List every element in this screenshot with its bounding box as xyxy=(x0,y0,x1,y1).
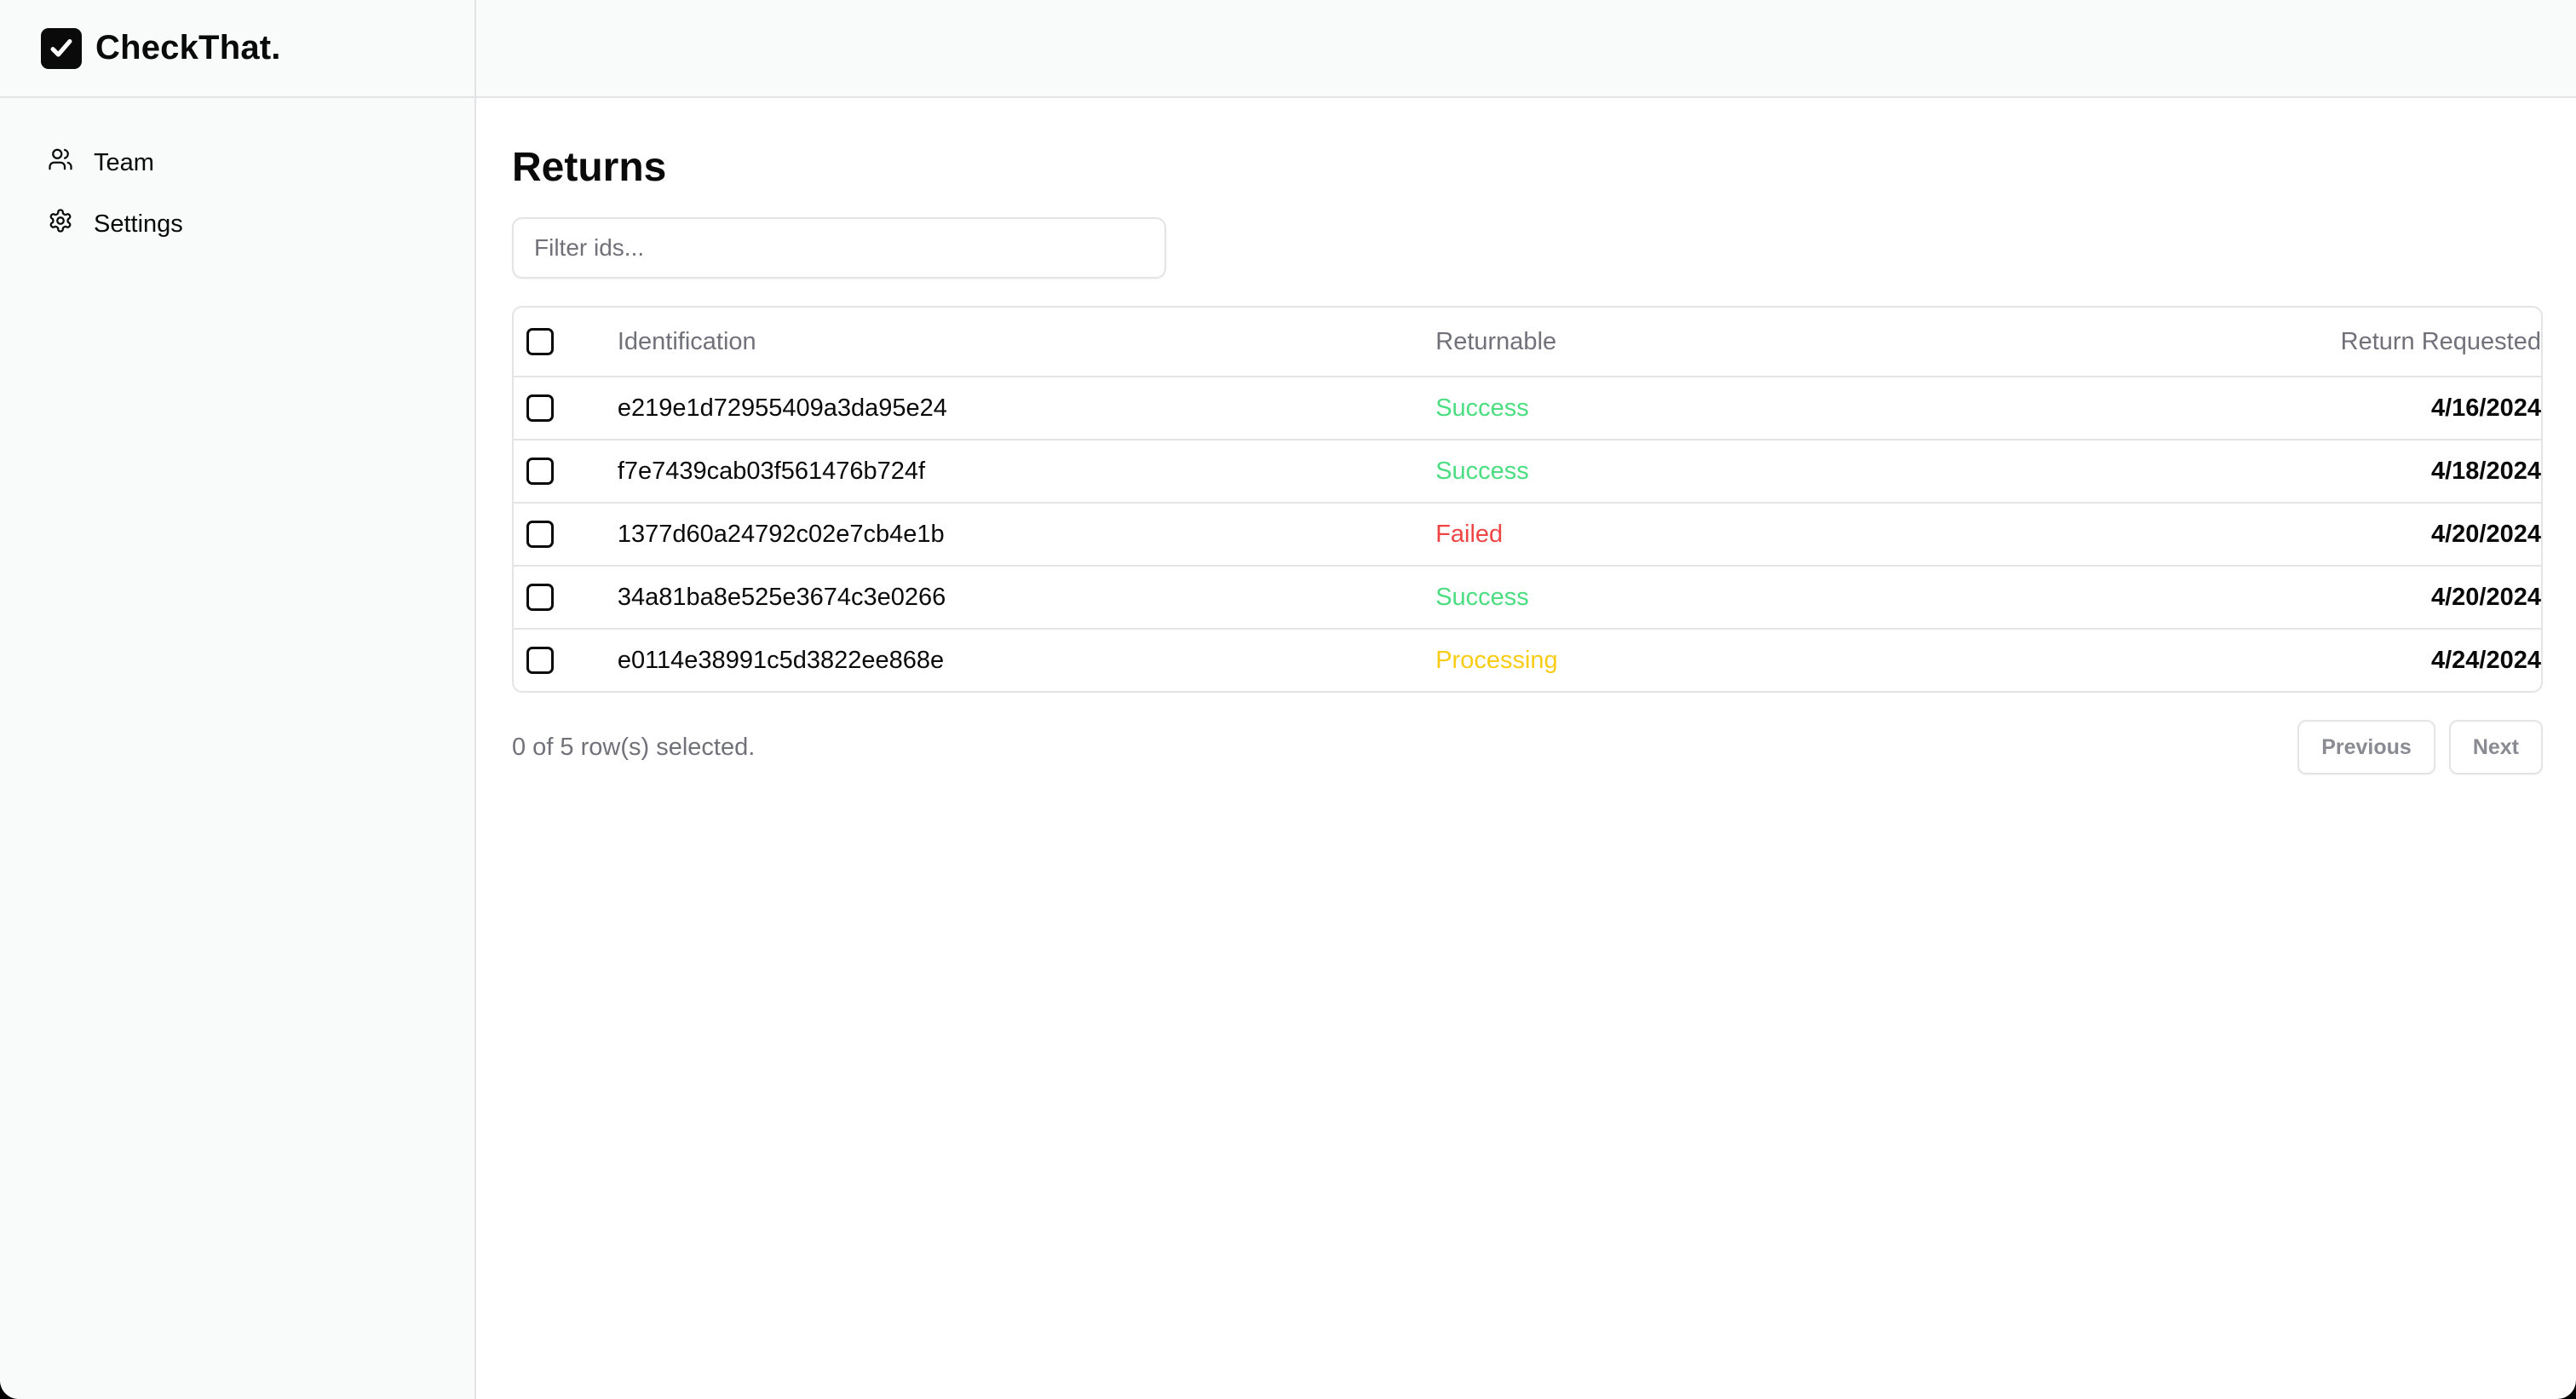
row-identification: e0114e38991c5d3822ee868e xyxy=(617,646,945,674)
row-returnable-status: Failed xyxy=(1435,520,1504,548)
brand[interactable]: CheckThat. xyxy=(0,0,474,98)
row-checkbox[interactable] xyxy=(526,394,554,422)
table-row[interactable]: 34a81ba8e525e3674c3e0266 Success 4/20/2024 xyxy=(514,565,2541,628)
users-icon xyxy=(48,147,73,179)
row-return-requested-date: 4/20/2024 xyxy=(2430,520,2541,548)
row-identification: e219e1d72955409a3da95e24 xyxy=(617,394,947,422)
row-checkbox[interactable] xyxy=(526,584,554,611)
gear-icon xyxy=(48,208,73,240)
row-identification: 1377d60a24792c02e7cb4e1b xyxy=(617,520,945,548)
column-header-identification: Identification xyxy=(617,327,756,355)
sidebar-item-team[interactable]: Team xyxy=(0,132,474,193)
row-return-requested-date: 4/18/2024 xyxy=(2430,457,2541,485)
sort-return-requested-button[interactable]: Return Requested xyxy=(2286,328,2541,356)
main-content: Returns Identification Returnable Return… xyxy=(512,98,2543,774)
table-row[interactable]: f7e7439cab03f561476b724f Success 4/18/2024 xyxy=(514,439,2541,502)
previous-page-button[interactable]: Previous xyxy=(2297,720,2435,774)
row-checkbox[interactable] xyxy=(526,647,554,674)
sidebar-item-label: Settings xyxy=(94,210,183,238)
select-all-checkbox[interactable] xyxy=(526,328,554,355)
row-return-requested-date: 4/20/2024 xyxy=(2430,583,2541,611)
row-return-requested-date: 4/24/2024 xyxy=(2430,646,2541,674)
column-header-returnable: Returnable xyxy=(1435,327,1557,355)
row-returnable-status: Success xyxy=(1435,457,1529,485)
selection-count-text: 0 of 5 row(s) selected. xyxy=(512,733,756,761)
table-footer: 0 of 5 row(s) selected. Previous Next xyxy=(512,720,2543,774)
row-checkbox[interactable] xyxy=(526,458,554,485)
returns-table: Identification Returnable Return Request… xyxy=(512,306,2543,693)
top-bar xyxy=(476,0,2576,98)
row-identification: 34a81ba8e525e3674c3e0266 xyxy=(617,583,946,611)
checkbox-logo-icon xyxy=(41,27,82,69)
sidebar-item-settings[interactable]: Settings xyxy=(0,193,474,255)
filter-ids-input[interactable] xyxy=(512,217,1166,279)
sidebar-nav: Team Settings xyxy=(0,98,474,255)
row-returnable-status: Success xyxy=(1435,394,1529,422)
column-header-return-requested: Return Requested xyxy=(2340,327,2541,355)
table-body: e219e1d72955409a3da95e24 Success 4/16/2024… xyxy=(514,376,2541,691)
row-identification: f7e7439cab03f561476b724f xyxy=(617,457,926,485)
app-name: CheckThat. xyxy=(95,29,281,66)
row-checkbox[interactable] xyxy=(526,521,554,548)
table-row[interactable]: e0114e38991c5d3822ee868e Processing 4/24/2… xyxy=(514,628,2541,691)
pagination: Previous Next xyxy=(2297,720,2543,774)
table-row[interactable]: 1377d60a24792c02e7cb4e1b Failed 4/20/2024 xyxy=(514,502,2541,565)
row-returnable-status: Processing xyxy=(1435,646,1558,674)
table-header-row: Identification Returnable Return Request… xyxy=(514,308,2541,376)
row-returnable-status: Success xyxy=(1435,583,1529,611)
table-row[interactable]: e219e1d72955409a3da95e24 Success 4/16/2024 xyxy=(514,376,2541,439)
next-page-button[interactable]: Next xyxy=(2448,720,2543,774)
sidebar-item-label: Team xyxy=(94,148,154,176)
app-window: CheckThat. Team Settings Returns Filter … xyxy=(0,0,2576,1399)
row-return-requested-date: 4/16/2024 xyxy=(2430,394,2541,422)
page-title: Returns xyxy=(512,145,667,190)
sidebar: CheckThat. Team Settings xyxy=(0,0,476,1399)
